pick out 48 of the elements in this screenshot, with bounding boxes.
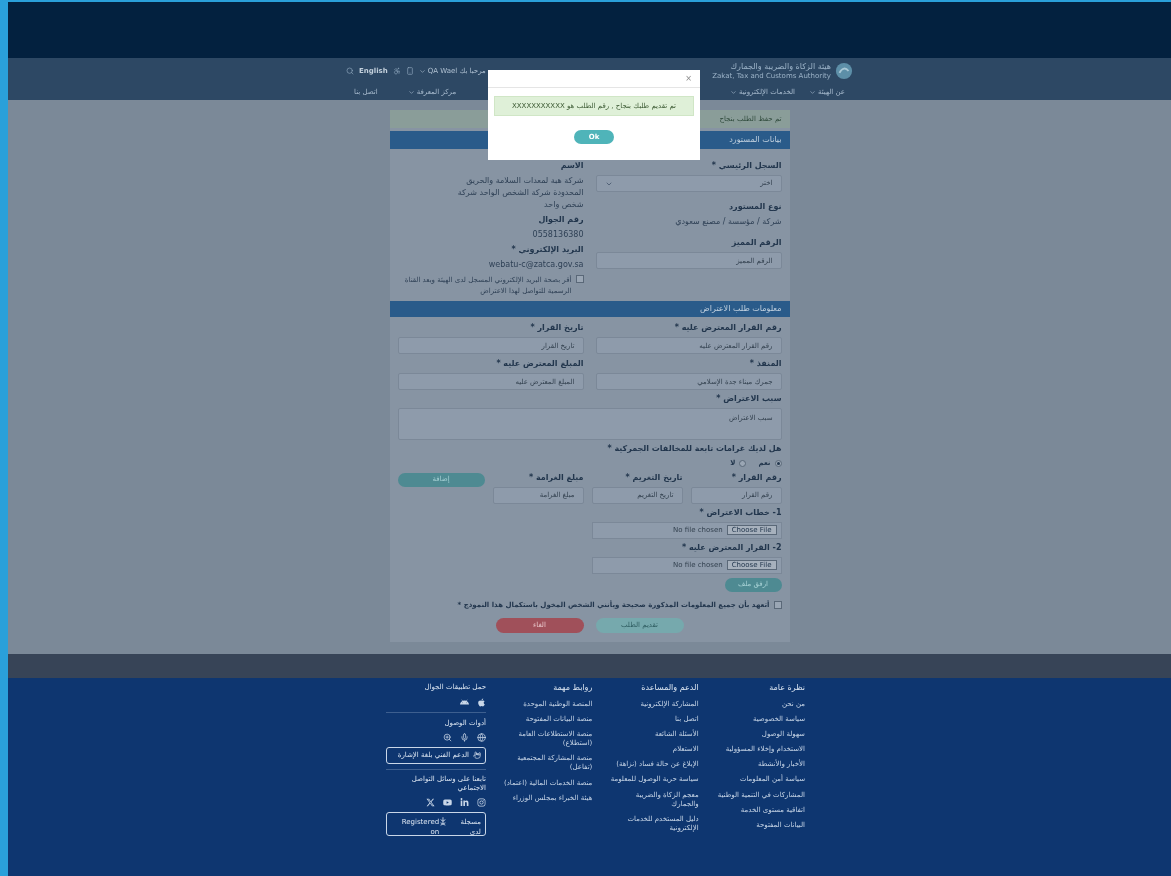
field-label: مبلغ الغرامة * [528,472,584,483]
chevron-icon [407,88,415,96]
radio-button[interactable] [774,459,782,467]
android-icon[interactable] [460,697,469,707]
instagram-icon[interactable] [477,797,486,807]
radio-button[interactable] [739,459,747,467]
field-label: الاسم [559,161,584,171]
field-label: 2- القرار المعترض عليه * [680,542,782,553]
field-label: 1- خطاب الاعتراض * [698,507,782,518]
question-label: هل لديك غرامات تابعة للمخالفات الجمركية * [606,444,782,454]
logo-icon [835,62,853,81]
linkedin-icon[interactable] [460,797,469,807]
field-value: webatu-c@zatca.gov.sa [487,259,584,271]
section-header: معلومات طلب الاعتراض [389,301,790,317]
field-label: السجل الرئيسي * [710,161,782,171]
field-value: 0558136380 [531,229,584,241]
youtube-icon[interactable] [443,797,452,807]
chevron-icon [809,88,816,96]
field-label: نوع المستورد [728,202,782,212]
field-label: رقم القرار * [730,472,782,483]
chevron-icon [729,88,737,96]
field-label: سبب الاعتراض * [715,394,782,404]
field-value: شركة هبة لمعدات السلامة والحريق المحدودة شركة الشخص الواحد شركة شخص واحد [456,175,584,211]
footer-heading: روابط مهمة [552,682,593,694]
zoom-icon[interactable] [443,733,452,742]
checkbox[interactable] [773,600,782,609]
field-label: البريد الإلكتروني * [510,245,584,255]
globe-icon[interactable] [477,733,486,742]
field-label: رقم الجوال [537,215,584,225]
field-value: شركة / مؤسسة / مصنع سعودي [674,216,782,228]
close-button[interactable]: × [685,74,692,83]
field-label: الرقم المميز [730,238,782,248]
field-label: تاريخ القرار * [529,323,584,333]
logo-title: هيئة الزكاة والضريبة والجمارك [729,62,831,72]
x-icon[interactable] [426,797,435,807]
footer-heading: نظرة عامة [768,682,805,694]
field-label: المبلغ المعترض عليه * [495,359,584,369]
checkbox[interactable] [575,275,584,283]
search-icon[interactable] [346,67,354,76]
field-label: رقم القرار المعترض عليه * [673,323,782,333]
microphone-icon[interactable] [460,733,469,742]
chevron-icon [418,67,426,75]
hand-icon [473,751,481,760]
footer-heading: الدعم والمساعدة [640,682,699,694]
field-label: تاريخ التغريم * [624,472,683,483]
apple-icon[interactable] [477,697,486,707]
accessibility-icon[interactable] [392,67,401,76]
field-label: المنفذ * [748,359,782,369]
